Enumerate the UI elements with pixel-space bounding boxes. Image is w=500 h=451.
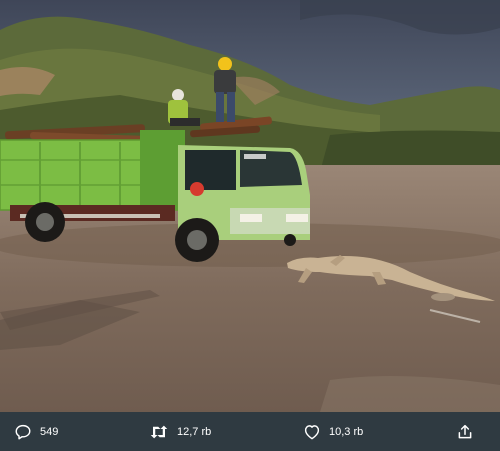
heart-icon [303,423,321,440]
tweet-action-bar: 549 12,7 rb 10,3 rb [0,412,500,451]
tweet-photo[interactable] [0,0,500,412]
photo-scene [0,0,500,412]
like-count: 10,3 rb [329,425,364,438]
reply-button[interactable]: 549 [14,412,58,451]
retweet-button[interactable]: 12,7 rb [149,412,211,451]
reply-count: 549 [40,425,59,438]
tweet-card: 549 12,7 rb 10,3 rb [0,0,500,451]
retweet-icon [149,423,169,441]
retweet-count: 12,7 rb [177,425,212,438]
share-button[interactable] [456,412,474,451]
reply-icon [14,423,32,441]
like-button[interactable]: 10,3 rb [303,412,363,451]
share-icon [456,423,474,441]
